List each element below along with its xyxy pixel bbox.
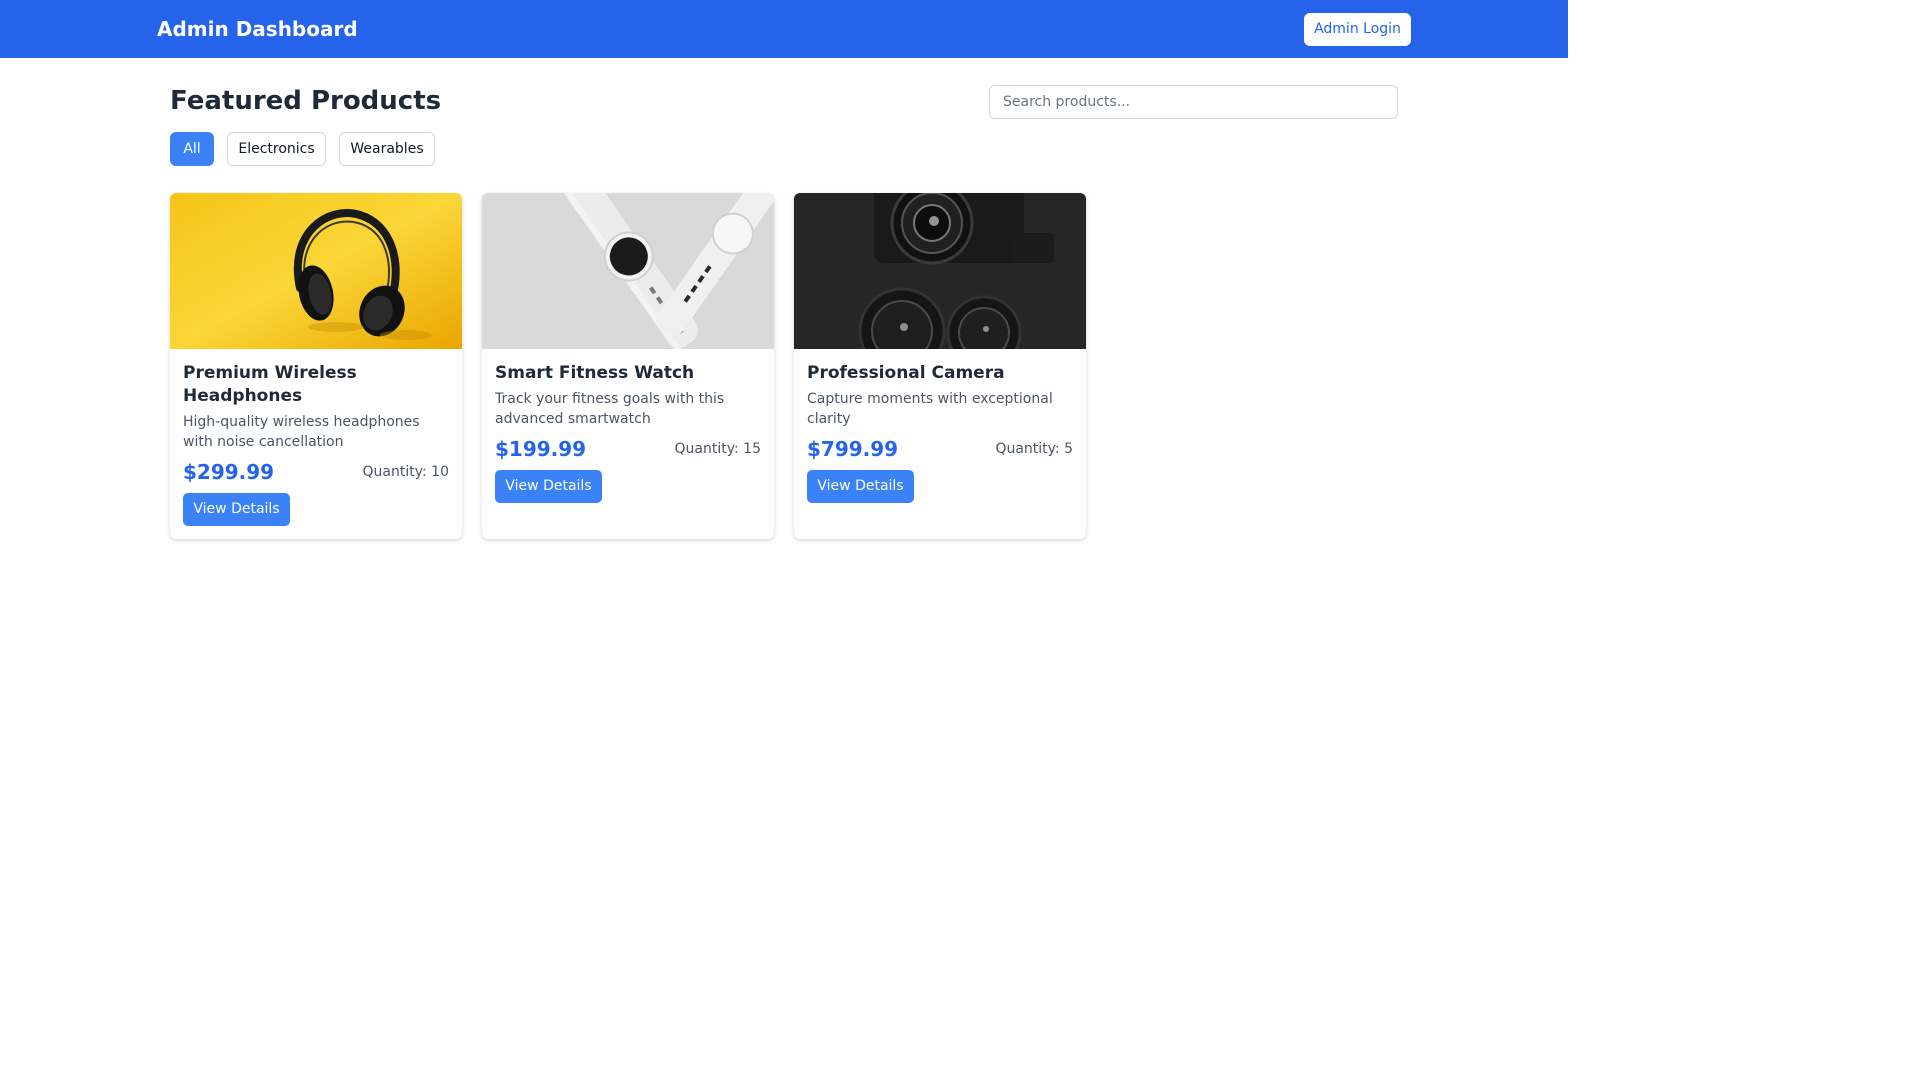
product-title: Smart Fitness Watch (495, 363, 695, 383)
product-title: Professional Camera (807, 363, 1005, 383)
product-title: Premium Wireless Headphones (183, 363, 357, 406)
product-quantity: Quantity: 10 (362, 464, 449, 480)
product-description: High-quality wireless headphones with no… (183, 414, 420, 450)
product-quantity: Quantity: 15 (674, 441, 761, 457)
product-card: Smart Fitness Watch Track your fitness g… (482, 193, 774, 539)
page-title: Featured Products (170, 86, 442, 116)
smartwatch-image (482, 193, 774, 349)
headphones-image (170, 193, 462, 349)
product-card: Premium Wireless Headphones High-quality… (170, 193, 462, 539)
price-row: $199.99 Quantity: 15 (495, 435, 761, 463)
camera-image (794, 193, 1086, 349)
price-row: $299.99 Quantity: 10 (183, 458, 449, 486)
view-details-button[interactable]: View Details (183, 493, 290, 526)
filter-all-button[interactable]: All (170, 132, 214, 166)
product-description: Capture moments with exceptional clarity (807, 391, 1053, 427)
price-row: $799.99 Quantity: 5 (807, 435, 1073, 463)
product-price: $199.99 (495, 437, 587, 461)
top-navbar: Admin Dashboard Admin Login (0, 0, 1568, 58)
product-price: $799.99 (807, 437, 899, 461)
card-body: Professional Camera Capture moments with… (807, 362, 1073, 503)
product-description: Track your fitness goals with this advan… (495, 391, 725, 427)
brand-title: Admin Dashboard (157, 17, 358, 41)
card-body: Smart Fitness Watch Track your fitness g… (495, 362, 761, 503)
product-card: Professional Camera Capture moments with… (794, 193, 1086, 539)
product-quantity: Quantity: 5 (995, 441, 1073, 457)
card-body: Premium Wireless Headphones High-quality… (183, 362, 449, 526)
product-price: $299.99 (183, 460, 275, 484)
view-details-button[interactable]: View Details (807, 470, 914, 503)
view-details-button[interactable]: View Details (495, 470, 602, 503)
search-input[interactable] (989, 85, 1398, 119)
admin-login-button[interactable]: Admin Login (1304, 13, 1411, 46)
filter-wearables-button[interactable]: Wearables (339, 132, 435, 166)
filter-electronics-button[interactable]: Electronics (227, 132, 326, 166)
